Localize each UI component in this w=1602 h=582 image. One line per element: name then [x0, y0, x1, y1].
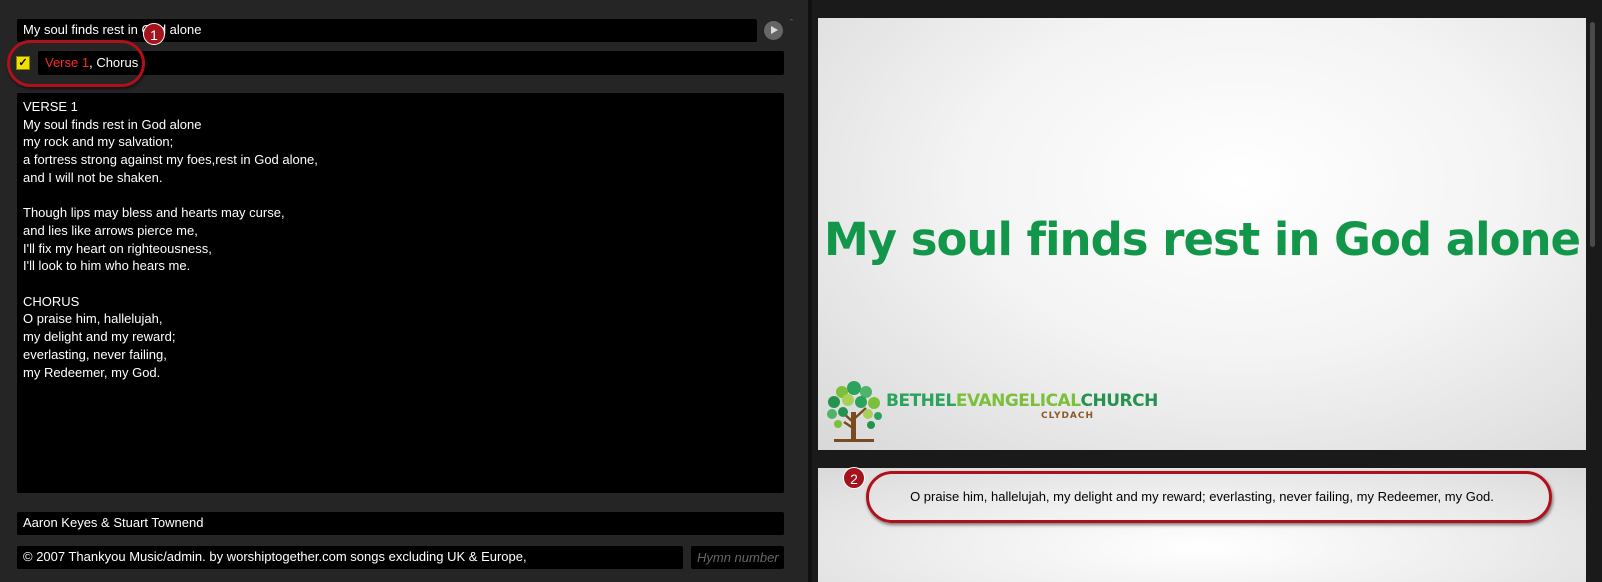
hymn-number-input[interactable] [697, 546, 784, 569]
tree-logo-icon [827, 381, 882, 442]
church-name-part-2: EVANGELICAL [955, 391, 1081, 411]
callout-ring-1 [7, 40, 145, 87]
callout-ring-2 [866, 471, 1552, 523]
church-location: CLYDACH [1041, 411, 1095, 421]
callout-badge-1: 1 [143, 23, 165, 45]
lyrics-textarea[interactable]: VERSE 1 My soul finds rest in God alone … [17, 93, 784, 493]
slide-preview[interactable]: My soul finds rest in God alone BETHELEV… [818, 18, 1586, 450]
copyright-field[interactable]: © 2007 Thankyou Music/admin. by worshipt… [17, 546, 683, 569]
church-name-part-3: CHURCH [1080, 391, 1159, 411]
play-button[interactable] [764, 21, 783, 40]
play-icon [771, 26, 778, 34]
hymn-number-field[interactable] [691, 546, 784, 569]
song-title-input[interactable]: My soul finds rest in God alone [17, 19, 757, 42]
church-name-part-1: BETHEL [886, 391, 956, 411]
church-name: BETHELEVANGELICALCHURCH [886, 391, 1158, 411]
verse-order-field[interactable]: Verse 1, Chorus [38, 51, 784, 75]
callout-badge-2: 2 [843, 467, 865, 489]
slide-title: My soul finds rest in God alone [823, 213, 1581, 266]
scroll-up-icon[interactable]: ˆ [790, 18, 793, 28]
preview-scrollbar[interactable] [1590, 22, 1595, 247]
author-field[interactable]: Aaron Keyes & Stuart Townend [17, 512, 784, 535]
